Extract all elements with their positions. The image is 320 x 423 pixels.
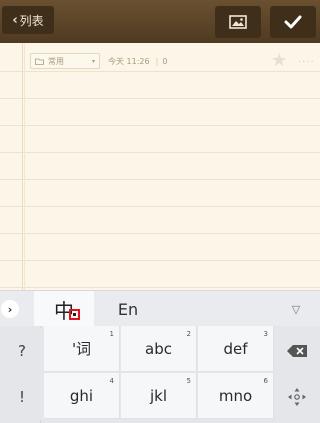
key-number: 2 xyxy=(186,330,191,338)
chevron-left-icon: ‹ xyxy=(12,12,18,28)
note-meta-row: 常用 ▾ 今天 11:26 | 0 xyxy=(30,51,167,71)
keyboard-toolbar: › 中 En ▽ xyxy=(0,290,320,327)
chinese-mode-button[interactable]: 中 xyxy=(34,291,94,327)
key-1[interactable]: '词 1 xyxy=(44,326,120,372)
key-exclamation-label: ! xyxy=(18,388,25,406)
image-icon xyxy=(229,15,247,29)
key-4[interactable]: ghi 4 xyxy=(44,373,120,419)
key-question[interactable]: ? xyxy=(0,328,44,374)
backspace-icon xyxy=(287,345,307,357)
star-icon[interactable]: ★ xyxy=(271,52,287,70)
collapse-keyboard-button[interactable]: ▽ xyxy=(286,300,306,318)
done-button[interactable] xyxy=(270,6,316,38)
note-timestamp: 今天 11:26 xyxy=(108,56,150,66)
key-label: mno xyxy=(218,386,253,405)
key-number: 3 xyxy=(263,330,268,338)
key-6[interactable]: mno 6 xyxy=(198,373,274,419)
folder-select[interactable]: 常用 ▾ xyxy=(30,53,100,69)
english-mode-button[interactable]: En xyxy=(108,291,148,327)
key-number: 4 xyxy=(109,377,114,385)
top-bar: ‹ 列表 xyxy=(0,0,320,43)
checkmark-icon xyxy=(284,15,302,29)
key-number: 1 xyxy=(109,330,114,338)
key-label: abc xyxy=(145,339,172,358)
paper-margin-line xyxy=(22,43,23,290)
cursor-move-icon xyxy=(288,388,306,406)
triangle-down-icon: ▽ xyxy=(291,302,301,316)
key-label: '词 xyxy=(71,340,92,358)
expand-toolbar-button[interactable]: › xyxy=(0,299,20,319)
key-label: def xyxy=(223,339,248,358)
key-exclamation[interactable]: ! xyxy=(0,374,44,420)
dropdown-arrow-icon: ▾ xyxy=(91,57,95,65)
key-question-label: ? xyxy=(18,342,26,360)
paper-margin-line xyxy=(24,43,25,290)
back-button-label: 列表 xyxy=(19,13,44,28)
key-number: 5 xyxy=(186,377,191,385)
folder-icon xyxy=(35,58,44,65)
key-5[interactable]: jkl 5 xyxy=(121,373,197,419)
delete-key[interactable] xyxy=(274,328,320,374)
note-editor[interactable]: 常用 ▾ 今天 11:26 | 0 ★ ···· xyxy=(0,43,320,290)
english-mode-label: En xyxy=(117,299,139,319)
key-number: 6 xyxy=(263,377,268,385)
more-dots-icon: ···· xyxy=(298,57,315,68)
insert-image-button[interactable] xyxy=(215,6,261,38)
key-label: ghi xyxy=(69,386,94,405)
input-mode-indicator xyxy=(69,309,80,320)
folder-name: 常用 xyxy=(48,56,64,66)
meta-separator: | xyxy=(155,56,159,66)
chevron-right-icon: › xyxy=(1,300,19,318)
key-3[interactable]: def 3 xyxy=(198,326,274,372)
keyboard-keys: ? ! '词 1 abc 2 def 3 ghi 4 jkl 5 mno 6 xyxy=(0,326,320,423)
cursor-move-key[interactable] xyxy=(274,374,320,420)
word-count: 0 xyxy=(162,56,168,66)
key-2[interactable]: abc 2 xyxy=(121,326,197,372)
back-to-list-button[interactable]: ‹ 列表 xyxy=(2,6,54,34)
key-label: jkl xyxy=(149,386,168,405)
